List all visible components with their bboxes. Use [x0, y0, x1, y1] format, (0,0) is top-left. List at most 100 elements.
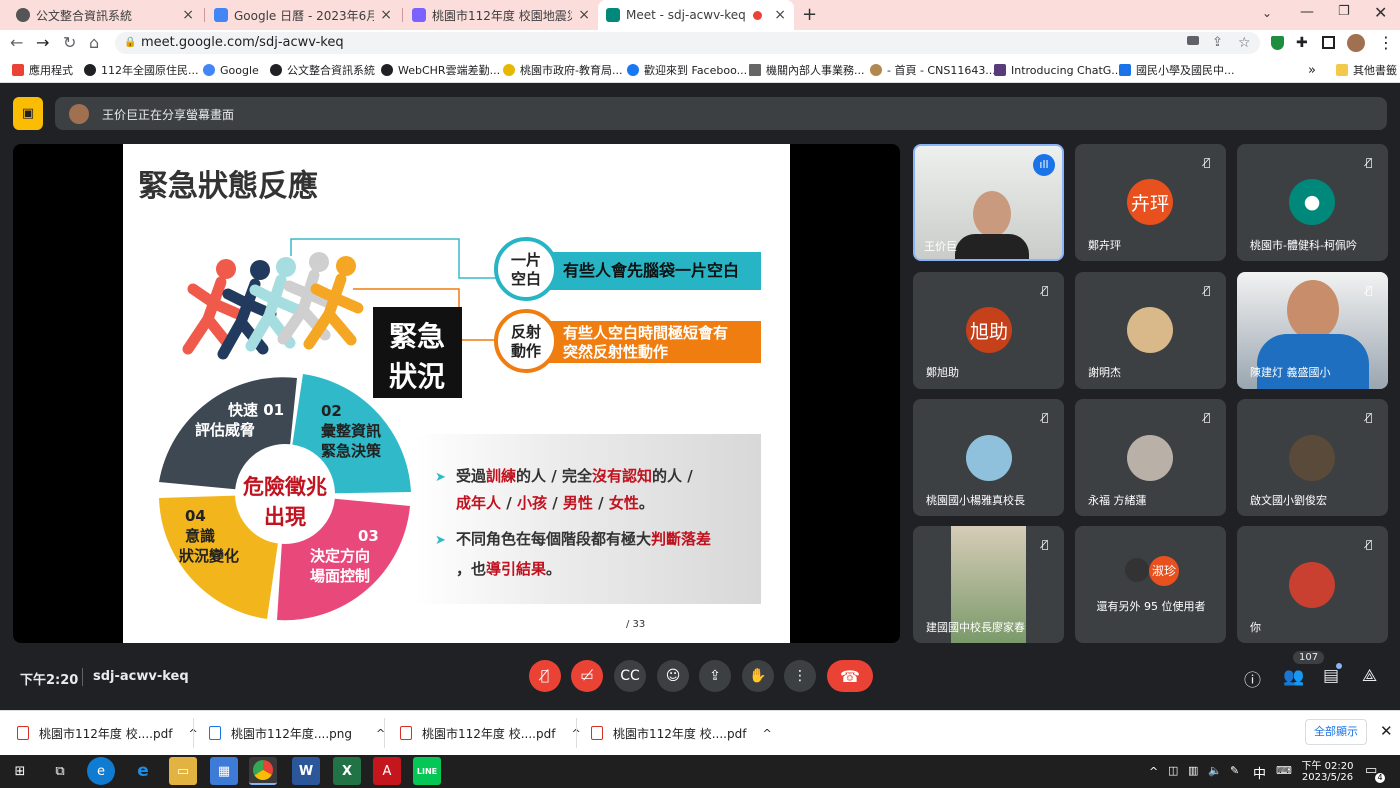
word-icon[interactable]: W	[292, 757, 320, 785]
share-icon[interactable]: ⇪	[1212, 33, 1223, 53]
bookmark-item[interactable]: - 首頁 - CNS11643...	[870, 60, 996, 80]
participant-tile[interactable]: 🎙̸ 陳建灯 義盛國小	[1237, 272, 1388, 389]
extensions-puzzle-icon[interactable]: ✚	[1296, 33, 1308, 53]
forward-arrow-icon[interactable]: →	[36, 33, 49, 53]
raise-hand-button[interactable]: ✋	[742, 660, 774, 692]
network-icon[interactable]: ▥	[1188, 764, 1198, 777]
tab-gov-docs[interactable]: 公文整合資訊系統 ×	[8, 0, 202, 30]
ime-indicator[interactable]: 中	[1253, 763, 1266, 782]
present-screen-button[interactable]: ⇪	[699, 660, 731, 692]
leave-call-button[interactable]: ☎	[827, 660, 873, 692]
excel-icon[interactable]: X	[333, 757, 361, 785]
tab-meet[interactable]: Meet - sdj-acwv-keq ×	[598, 0, 794, 30]
camera-in-use-icon[interactable]	[1187, 36, 1199, 45]
pen-icon[interactable]: ✎	[1230, 764, 1239, 777]
participant-tile[interactable]: 🎙̸ 建國國中校長廖家春	[913, 526, 1064, 643]
bookmark-item[interactable]: 112年全國原住民...	[84, 60, 199, 80]
bullets-panel	[415, 434, 761, 604]
svg-text:02: 02	[321, 402, 342, 420]
tray-chevron-icon[interactable]: ^	[1149, 765, 1158, 778]
show-all-button[interactable]: 全部顯示	[1305, 719, 1367, 745]
captions-button[interactable]: CC	[614, 660, 646, 692]
participant-tile[interactable]: 🎙̸ 桃園國小楊雅真校長	[913, 399, 1064, 516]
new-tab-button[interactable]: +	[802, 4, 817, 25]
self-tile[interactable]: 🎙̸ 你	[1237, 526, 1388, 643]
volume-icon[interactable]: 🔈	[1208, 764, 1222, 777]
participant-tile[interactable]: 🎙̸ 永福 方緒蓮	[1075, 399, 1226, 516]
other-bookmarks[interactable]: 其他書籤	[1336, 60, 1397, 80]
menu-kebab-icon[interactable]: ⋮	[1378, 33, 1394, 53]
tab-earthquake-doc[interactable]: 桃園市112年度 校園地震災害防救 ×	[404, 0, 598, 30]
lock-icon: 🔒	[124, 37, 137, 48]
close-tab-icon[interactable]: ×	[578, 7, 590, 23]
window-close-button[interactable]: ✕	[1374, 3, 1387, 22]
close-tab-icon[interactable]: ×	[380, 7, 392, 23]
chevron-up-icon[interactable]: ^	[762, 727, 771, 740]
download-item[interactable]: 桃園市112年度 校....pdf^	[591, 722, 772, 744]
download-item[interactable]: 桃園市112年度 校....pdf^	[400, 722, 581, 744]
line-icon[interactable]: LINE	[413, 757, 441, 785]
ie-icon[interactable]: e	[129, 757, 157, 785]
mic-off-button[interactable]: 🎙̸	[529, 660, 561, 692]
participant-tile[interactable]: ıll 王价巨	[913, 144, 1064, 261]
bookmark-item[interactable]: 桃園市政府-教育局...	[503, 60, 622, 80]
participant-tile[interactable]: 🎙̸ 旭助 鄭旭助	[913, 272, 1064, 389]
close-tab-icon[interactable]: ×	[774, 7, 786, 23]
download-item[interactable]: 桃園市112年度 校....pdf^	[17, 722, 198, 744]
minimize-button[interactable]: —	[1300, 4, 1314, 20]
bookmarks-overflow[interactable]: »	[1308, 60, 1316, 80]
camera-off-button[interactable]: ▭̸	[571, 660, 603, 692]
chrome-icon[interactable]	[249, 757, 277, 785]
file-explorer-icon[interactable]: ▭	[169, 757, 197, 785]
participant-tile[interactable]: 🎙̸ 啟文國小劉俊宏	[1237, 399, 1388, 516]
presentation-banner	[55, 97, 1387, 130]
more-participants-tile[interactable]: 淑珍 還有另外 95 位使用者	[1075, 526, 1226, 643]
address-bar[interactable]: 🔒 meet.google.com/sdj-acwv-keq	[115, 32, 1260, 54]
chat-icon[interactable]: ▤	[1323, 666, 1339, 686]
clock-date[interactable]: 2023/5/26	[1300, 772, 1355, 783]
people-icon[interactable]: 👥	[1283, 667, 1304, 687]
participant-tile[interactable]: 🎙̸ 謝明杰	[1075, 272, 1226, 389]
shield-extension-icon[interactable]	[1271, 36, 1284, 50]
task-view-icon[interactable]: ⧉	[46, 757, 74, 785]
tray-app-icon[interactable]: ◫	[1168, 764, 1178, 777]
svg-text:➤: ➤	[435, 470, 446, 485]
maximize-button[interactable]: ❐	[1338, 4, 1350, 19]
stop-sharing-icon[interactable]: ▣	[13, 97, 43, 130]
pdf-file-icon	[17, 726, 29, 740]
participant-avatar: 卉玶	[1127, 179, 1173, 225]
bookmark-item[interactable]: 公文整合資訊系統	[270, 60, 375, 80]
bookmark-item[interactable]: 機關內部人事業務...	[749, 60, 865, 80]
edge-icon[interactable]: e	[87, 757, 115, 785]
emoji-reaction-button[interactable]: ☺	[657, 660, 689, 692]
windows-start-icon[interactable]: ⊞	[6, 757, 34, 785]
reload-icon[interactable]: ↻	[63, 33, 76, 53]
city-emblem-icon	[503, 64, 515, 76]
participant-tile[interactable]: 🎙̸ ● 桃園市-體健科-柯佩吟	[1237, 144, 1388, 261]
keyboard-icon[interactable]: ⌨	[1276, 764, 1292, 777]
activities-icon[interactable]: ⟁	[1362, 666, 1377, 686]
home-icon[interactable]: ⌂	[89, 33, 99, 53]
bookmark-item[interactable]: Introducing ChatG...	[994, 60, 1122, 80]
back-arrow-icon[interactable]: ←	[10, 33, 23, 53]
bookmark-item[interactable]: Google	[203, 60, 259, 80]
bookmark-item[interactable]: 歡迎來到 Faceboo...	[627, 60, 747, 80]
store-icon[interactable]: ▦	[210, 757, 238, 785]
acrobat-icon[interactable]: A	[373, 757, 401, 785]
close-tab-icon[interactable]: ×	[182, 7, 194, 23]
clock-time[interactable]: 下午 02:20	[1300, 757, 1355, 772]
close-downloads-icon[interactable]: ✕	[1380, 722, 1393, 740]
bookmark-apps[interactable]: 應用程式	[12, 60, 73, 80]
tab-search-icon[interactable]: ⌄	[1262, 6, 1272, 20]
profile-avatar[interactable]	[1347, 34, 1365, 52]
bookmark-item[interactable]: WebCHR雲端差勤...	[381, 60, 500, 80]
more-options-button[interactable]: ⋮	[784, 660, 816, 692]
tab-divider	[402, 8, 403, 22]
download-item[interactable]: 桃園市112年度....png ^	[209, 722, 385, 744]
bookmark-item[interactable]: 國民小學及國民中...	[1119, 60, 1235, 80]
tab-google-calendar[interactable]: Google 日曆 - 2023年6月5日當週 ×	[206, 0, 400, 30]
bookmark-star-icon[interactable]: ☆	[1238, 33, 1251, 53]
participant-tile[interactable]: 🎙̸ 卉玶 鄭卉玶	[1075, 144, 1226, 261]
side-panel-icon[interactable]	[1322, 36, 1335, 49]
meeting-details-icon[interactable]: ⓘ	[1244, 666, 1261, 691]
